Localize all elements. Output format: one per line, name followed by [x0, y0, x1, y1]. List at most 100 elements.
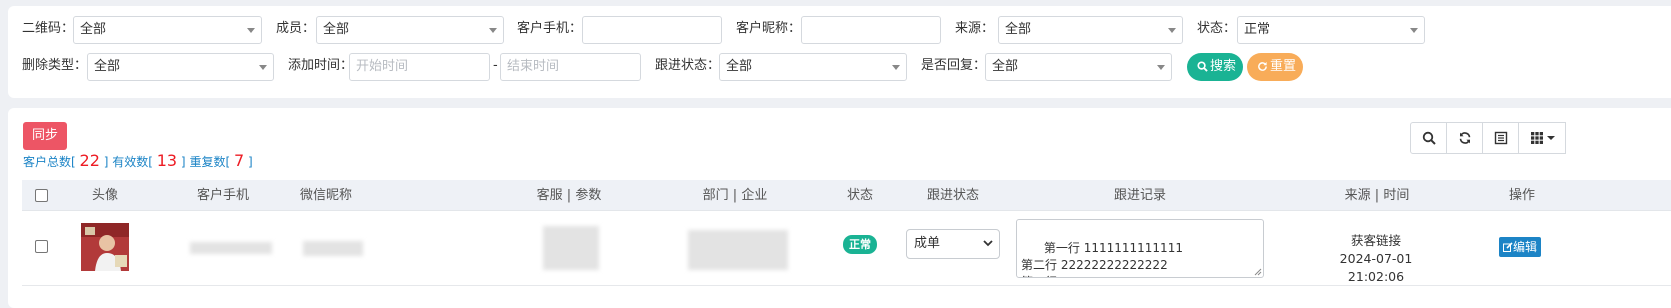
- list-icon: [1494, 131, 1507, 145]
- valid-count: 13: [156, 151, 178, 170]
- follow-record-text: 第一行 1111111111111 第二行 22222222222222 第三行…: [1021, 241, 1183, 277]
- search-button-label: 搜索: [1210, 59, 1237, 74]
- edit-icon: [1503, 242, 1513, 252]
- replied-select[interactable]: 全部: [985, 53, 1172, 81]
- member-select-value: 全部: [323, 22, 350, 37]
- col-source-time: 来源 | 时间: [1344, 188, 1410, 203]
- edit-button[interactable]: 编辑: [1499, 237, 1542, 257]
- qrcode-select[interactable]: 全部: [73, 16, 262, 44]
- col-status: 状态: [846, 188, 874, 203]
- resize-grip-icon[interactable]: [1254, 268, 1262, 276]
- reset-button-label: 重置: [1270, 59, 1297, 74]
- valid-close: ]: [180, 155, 186, 169]
- source-text: 获客链接: [1350, 233, 1401, 248]
- col-follow-record: 跟进记录: [1113, 188, 1167, 203]
- member-select[interactable]: 全部: [316, 16, 504, 44]
- nickname-label: 客户昵称：: [736, 21, 802, 36]
- reset-button[interactable]: 重置: [1247, 53, 1303, 81]
- follow-status-label: 跟进状态：: [655, 58, 721, 73]
- source-label: 来源：: [955, 21, 995, 36]
- end-time-input[interactable]: 结束时间: [500, 53, 641, 81]
- filter-panel: 二维码： 全部 成员： 全部 客户手机： 客户昵称： 来源： 全部 状态： 正常…: [8, 6, 1671, 98]
- table-toolbar: [1410, 122, 1566, 154]
- chevron-down-icon: [247, 28, 255, 33]
- caret-down-icon: [1546, 136, 1555, 140]
- refresh-icon: [1459, 132, 1470, 144]
- service-redacted: [543, 226, 599, 270]
- total-count: 22: [79, 151, 100, 170]
- time-text: 2024-07-01 21:02:06: [1339, 251, 1413, 284]
- dup-count: 7: [233, 151, 245, 170]
- follow-status-select[interactable]: 全部: [719, 53, 907, 81]
- delete-type-select-value: 全部: [94, 59, 121, 74]
- source-select[interactable]: 全部: [998, 16, 1183, 44]
- refresh-icon: [1258, 61, 1267, 71]
- col-phone: 客户手机: [196, 188, 250, 203]
- grid-icon: [1530, 132, 1543, 144]
- valid-label: 有效数[: [112, 155, 153, 169]
- table-refresh-button[interactable]: [1446, 122, 1483, 154]
- follow-record-textarea[interactable]: 第一行 1111111111111 第二行 22222222222222 第三行…: [1016, 219, 1264, 278]
- search-button[interactable]: 搜索: [1187, 53, 1243, 81]
- edit-button-label: 编辑: [1513, 240, 1538, 254]
- chevron-down-icon: [489, 28, 497, 33]
- search-icon: [1197, 61, 1208, 72]
- col-service: 客服 | 参数: [536, 188, 602, 203]
- table-columns-button[interactable]: [1518, 122, 1566, 154]
- end-time-placeholder: 结束时间: [507, 59, 560, 74]
- chevron-down-icon: [1157, 65, 1165, 70]
- avatar-image: [81, 223, 129, 271]
- table-search-button[interactable]: [1410, 122, 1447, 154]
- follow-status-row-select[interactable]: 成单: [906, 229, 1000, 259]
- col-dept: 部门 | 企业: [702, 188, 768, 203]
- total-label: 客户总数[: [23, 155, 76, 169]
- qrcode-select-value: 全部: [80, 22, 107, 37]
- status-select[interactable]: 正常: [1237, 16, 1425, 44]
- qrcode-label: 二维码：: [22, 21, 75, 36]
- status-badge: 正常: [843, 235, 877, 254]
- table-panel: 同步 客户总数[ 22 ] 有效数[ 13 ] 重复数[ 7 ] 头像 客户手机…: [8, 108, 1671, 308]
- dept-redacted: [688, 230, 788, 270]
- row-checkbox[interactable]: [35, 240, 48, 253]
- col-follow-status: 跟进状态: [926, 188, 980, 203]
- col-wechat-nick: 微信昵称: [299, 188, 353, 203]
- dup-label: 重复数[: [189, 155, 231, 169]
- follow-status-row-value: 成单: [914, 236, 941, 251]
- select-all-checkbox[interactable]: [35, 189, 48, 202]
- chevron-down-icon: [983, 240, 993, 247]
- delete-type-label: 删除类型：: [22, 58, 88, 73]
- table-header: 头像 客户手机 微信昵称 客服 | 参数 部门 | 企业 状态 跟进状态 跟进记…: [22, 180, 1671, 211]
- start-time-input[interactable]: 开始时间: [349, 53, 490, 81]
- phone-label: 客户手机：: [517, 21, 583, 36]
- member-label: 成员：: [276, 21, 316, 36]
- nickname-input[interactable]: [801, 16, 941, 44]
- sync-button[interactable]: 同步: [23, 122, 67, 150]
- total-close: ]: [103, 155, 109, 169]
- follow-status-select-value: 全部: [726, 59, 753, 74]
- source-select-value: 全部: [1005, 22, 1032, 37]
- chevron-down-icon: [892, 65, 900, 70]
- avatar: [81, 223, 129, 271]
- search-icon: [1422, 131, 1436, 145]
- start-time-placeholder: 开始时间: [356, 59, 409, 74]
- replied-select-value: 全部: [992, 59, 1019, 74]
- date-separator: -: [493, 58, 498, 73]
- col-avatar: 头像: [91, 188, 119, 203]
- chevron-down-icon: [1168, 28, 1176, 33]
- chevron-down-icon: [259, 65, 267, 70]
- dup-close: ]: [247, 155, 253, 169]
- wechat-nick-redacted: [303, 241, 363, 256]
- table-list-view-button[interactable]: [1482, 122, 1519, 154]
- phone-input[interactable]: [582, 16, 722, 44]
- table-row: 正常 成单 第一行 1111111111111 第二行 222222222222…: [22, 212, 1671, 286]
- status-label: 状态：: [1197, 21, 1237, 36]
- status-select-value: 正常: [1244, 22, 1271, 37]
- phone-redacted: [190, 242, 272, 254]
- source-time-cell: 获客链接 2024-07-01 21:02:06: [1316, 232, 1436, 286]
- col-action: 操作: [1508, 188, 1536, 203]
- customer-stats: 客户总数[ 22 ] 有效数[ 13 ] 重复数[ 7 ]: [23, 152, 253, 171]
- chevron-down-icon: [1410, 28, 1418, 33]
- delete-type-select[interactable]: 全部: [87, 53, 274, 81]
- add-time-label: 添加时间：: [288, 58, 354, 73]
- replied-label: 是否回复：: [921, 58, 987, 73]
